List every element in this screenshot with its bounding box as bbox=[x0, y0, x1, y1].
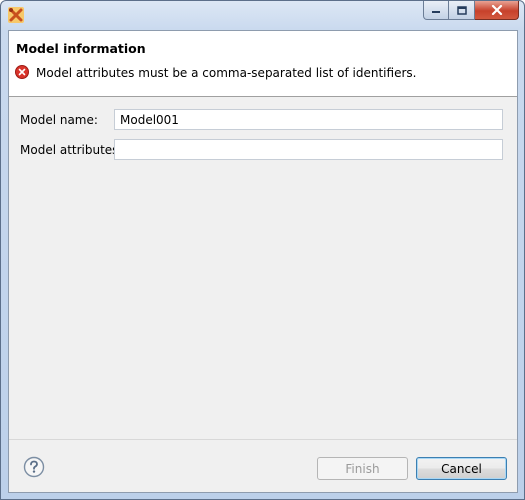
dialog-window: Model information Model attributes must … bbox=[0, 0, 525, 500]
window-controls bbox=[423, 1, 519, 21]
minimize-button[interactable] bbox=[423, 1, 449, 20]
finish-button[interactable]: Finish bbox=[317, 457, 408, 480]
model-attributes-label: Model attributes: bbox=[20, 143, 123, 157]
error-message: Model attributes must be a comma-separat… bbox=[36, 66, 417, 80]
title-bar[interactable] bbox=[1, 1, 524, 29]
page-title: Model information bbox=[16, 41, 146, 56]
help-icon[interactable] bbox=[23, 456, 45, 478]
error-icon bbox=[15, 65, 29, 79]
maximize-button[interactable] bbox=[449, 1, 475, 20]
wizard-header: Model information Model attributes must … bbox=[9, 31, 517, 97]
model-name-input[interactable] bbox=[114, 109, 503, 130]
model-name-label: Model name: bbox=[20, 113, 98, 127]
minimize-icon bbox=[432, 11, 440, 13]
dialog-client-area: Model information Model attributes must … bbox=[8, 30, 518, 493]
model-attributes-input[interactable] bbox=[114, 139, 503, 160]
close-icon bbox=[491, 5, 502, 15]
maximize-icon bbox=[456, 5, 467, 15]
eclipse-tools-icon bbox=[8, 7, 24, 23]
close-button[interactable] bbox=[475, 1, 519, 20]
cancel-button[interactable]: Cancel bbox=[416, 457, 507, 480]
footer-divider bbox=[9, 439, 517, 440]
